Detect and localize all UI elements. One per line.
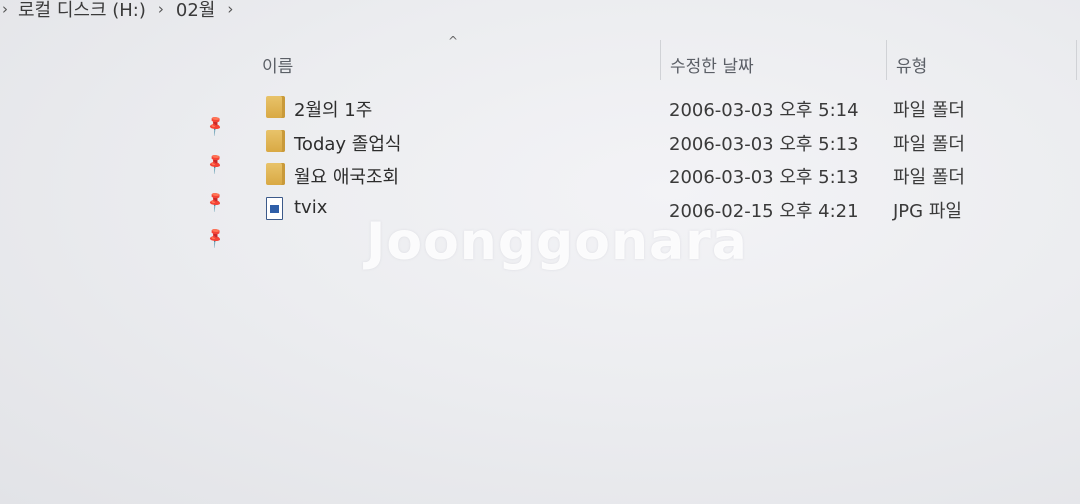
breadcrumb-item-folder[interactable]: 02월 [176,0,215,22]
file-type: 파일 폴더 [893,167,965,188]
folder-icon [266,130,285,152]
column-type-header[interactable]: 유형 [896,52,927,77]
file-type: 파일 폴더 [893,100,965,121]
jpg-file-icon [266,197,283,220]
column-divider[interactable] [886,40,887,80]
folder-icon [266,96,285,118]
file-name[interactable]: tvix [294,197,327,218]
chevron-right-icon[interactable]: › [227,0,233,18]
pin-icon[interactable]: 📌 [202,112,230,140]
column-name-header[interactable]: 이름 [262,52,293,77]
file-name[interactable]: 월요 애국조회 [294,163,399,189]
file-row[interactable]: 월요 애국조회 2006-03-03 오후 5:13 파일 폴더 [262,158,1022,190]
file-row[interactable]: Today 졸업식 2006-03-03 오후 5:13 파일 폴더 [262,125,1022,157]
breadcrumb: › 로컬 디스크 (H:) › 02월 › [0,0,245,22]
pin-icon[interactable]: 📌 [202,188,230,216]
chevron-right-icon[interactable]: › [158,0,164,18]
file-date: 2006-03-03 오후 5:13 [669,167,859,188]
watermark: Joonggonara [366,212,748,272]
file-type: 파일 폴더 [893,134,965,155]
file-name[interactable]: 2월의 1주 [294,96,372,122]
column-divider[interactable] [660,40,661,80]
pin-icon[interactable]: 📌 [202,150,230,178]
file-row[interactable]: 2월의 1주 2006-03-03 오후 5:14 파일 폴더 [262,91,1022,123]
breadcrumb-item-drive[interactable]: 로컬 디스크 (H:) [18,0,146,22]
column-divider[interactable] [1076,40,1077,80]
pin-icon[interactable]: 📌 [202,224,230,252]
file-name[interactable]: Today 졸업식 [294,130,401,156]
chevron-right-icon[interactable]: › [2,0,8,18]
sort-ascending-icon: ^ [448,34,459,48]
column-header: ^ 이름 수정한 날짜 유형 [250,34,1080,86]
column-date-header[interactable]: 수정한 날짜 [670,52,754,77]
file-date: 2006-03-03 오후 5:13 [669,134,859,155]
file-date: 2006-03-03 오후 5:14 [669,100,859,121]
folder-icon [266,163,285,185]
file-type: JPG 파일 [893,201,962,222]
